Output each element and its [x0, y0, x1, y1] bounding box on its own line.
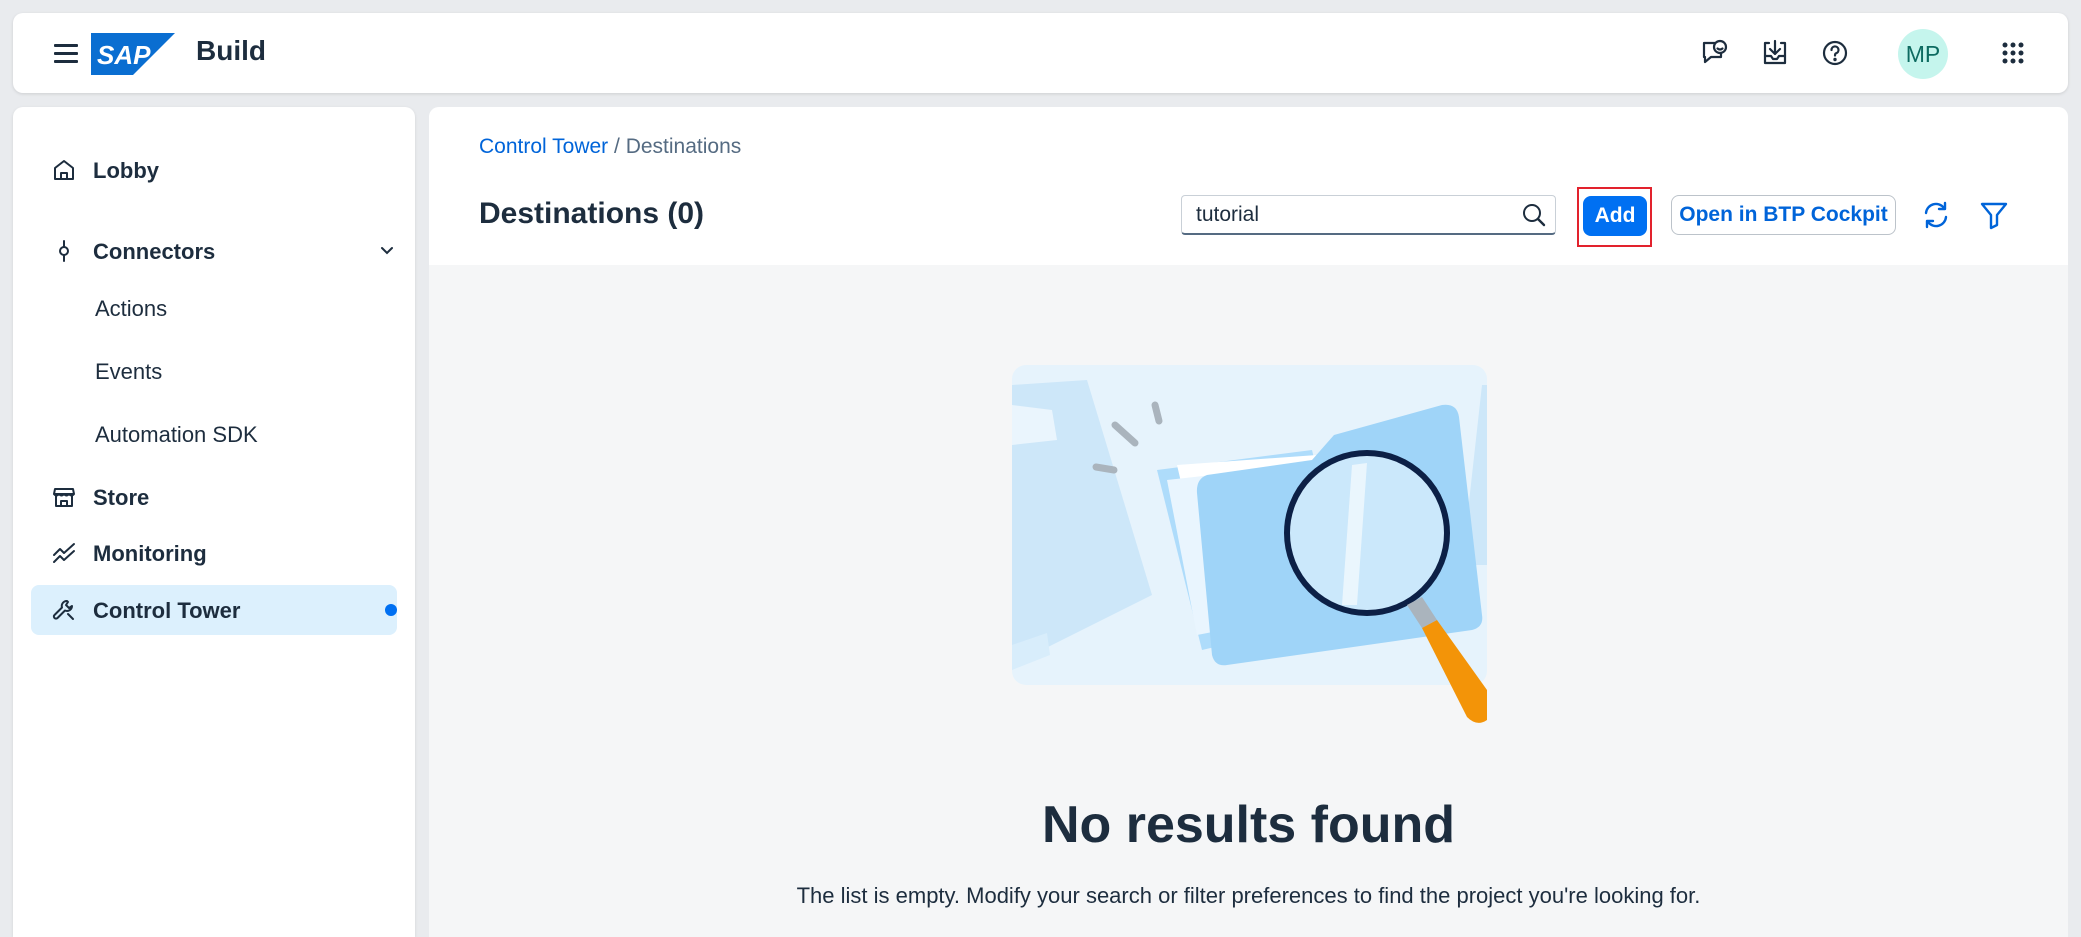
store-icon [51, 484, 77, 510]
product-switch-icon[interactable] [1996, 36, 2030, 70]
sidebar-item-store[interactable]: Store [31, 472, 397, 522]
sidebar-item-label: Store [93, 485, 150, 510]
empty-state-description: The list is empty. Modify your search or… [796, 883, 1701, 908]
page-header: Control Tower / Destinations Destination… [429, 107, 2068, 265]
menu-icon[interactable] [50, 40, 82, 66]
home-icon [51, 157, 77, 183]
sidebar-item-connectors[interactable]: Connectors [31, 226, 397, 276]
sidebar-item-actions[interactable]: Actions [31, 283, 397, 333]
page-title: Destinations (0) [479, 197, 705, 230]
sidebar-item-label: Monitoring [93, 541, 207, 566]
refresh-icon[interactable] [1920, 199, 1952, 231]
chevron-down-icon[interactable] [377, 240, 397, 260]
help-icon[interactable] [1818, 36, 1852, 70]
connector-icon [51, 238, 77, 264]
sidebar-item-lobby[interactable]: Lobby [31, 145, 397, 195]
open-in-btp-cockpit-button[interactable]: Open in BTP Cockpit [1671, 195, 1896, 235]
sap-logo[interactable]: SAP [91, 33, 175, 75]
sidebar-item-label: Events [95, 359, 163, 384]
line-chart-icon [51, 540, 77, 566]
sidebar-item-label: Automation SDK [95, 422, 258, 447]
breadcrumb-current: Destinations [625, 135, 742, 158]
empty-state-title: No results found [1041, 796, 1456, 854]
sidebar-item-monitoring[interactable]: Monitoring [31, 528, 397, 578]
filter-icon[interactable] [1978, 199, 2010, 231]
active-indicator-dot [385, 604, 397, 616]
wrench-icon [51, 597, 77, 623]
sidebar-item-label: Control Tower [93, 598, 241, 623]
search-input[interactable] [1194, 200, 1518, 230]
search-icon[interactable] [1520, 201, 1548, 229]
inbox-icon[interactable] [1758, 36, 1792, 70]
product-name: Build [196, 35, 266, 66]
sidebar-item-control-tower[interactable]: Control Tower [31, 585, 397, 635]
no-results-illustration [1012, 365, 1487, 723]
sidebar-item-label: Lobby [93, 158, 159, 183]
feedback-icon[interactable] [1698, 36, 1732, 70]
sidebar-item-automation-sdk[interactable]: Automation SDK [31, 409, 397, 459]
breadcrumb-link-control-tower[interactable]: Control Tower [479, 135, 608, 158]
breadcrumb: Control Tower / Destinations [479, 135, 741, 159]
sidebar-item-label: Connectors [93, 239, 216, 264]
breadcrumb-separator: / [608, 135, 626, 158]
svg-text:SAP: SAP [97, 40, 151, 70]
sidebar-item-label: Actions [95, 296, 168, 321]
avatar[interactable]: MP [1898, 29, 1948, 79]
shell-bar: SAP Build MP [13, 13, 2068, 93]
main-content: Control Tower / Destinations Destination… [429, 107, 2068, 937]
search-field[interactable] [1181, 195, 1556, 235]
sidebar-item-events[interactable]: Events [31, 346, 397, 396]
add-button[interactable]: Add [1583, 196, 1647, 236]
side-navigation: Lobby Connectors Actions Events Automati… [13, 107, 415, 937]
